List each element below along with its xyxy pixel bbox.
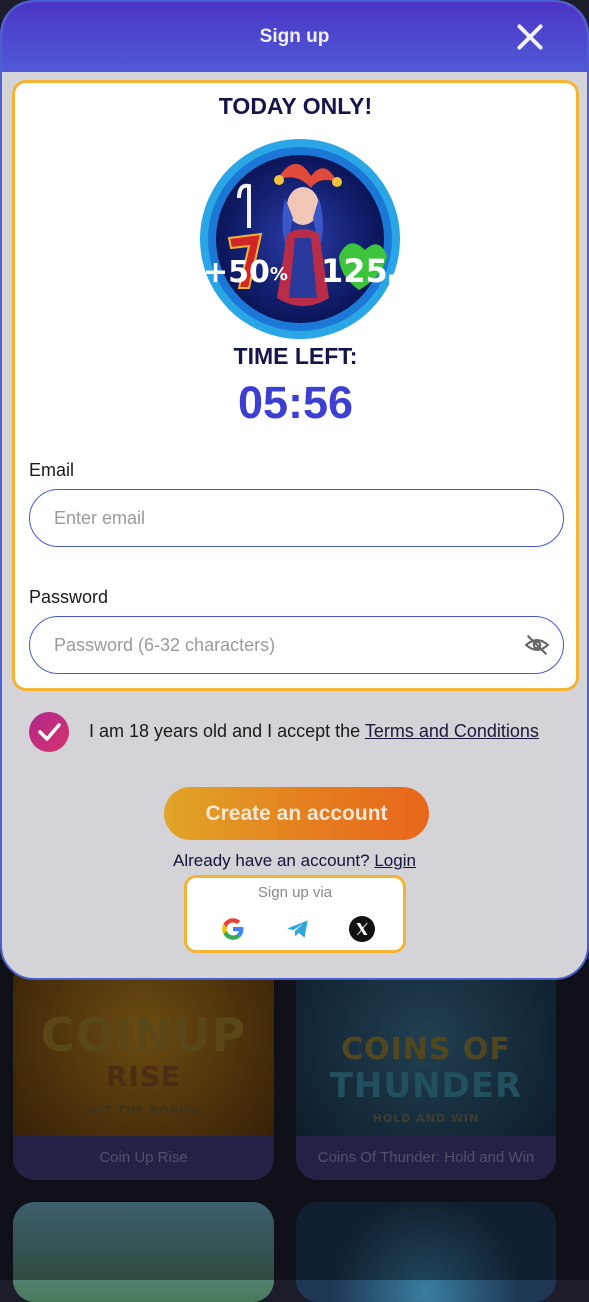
login-link[interactable]: Login: [374, 851, 416, 870]
telegram-icon[interactable]: [285, 916, 311, 942]
x-icon[interactable]: [349, 916, 375, 942]
password-label: Password: [29, 587, 109, 607]
social-signup-box: Sign up via: [184, 875, 406, 953]
email-label: Email: [29, 460, 75, 480]
time-left-label: TIME LEFT:: [233, 343, 358, 369]
google-icon[interactable]: [220, 916, 246, 942]
eye-off-icon[interactable]: [524, 632, 550, 658]
terms-checkbox[interactable]: [29, 712, 69, 752]
terms-row: I am 18 years old and I accept the Terms…: [29, 712, 569, 752]
modal-title: Sign up: [259, 26, 330, 47]
countdown-timer: 05:56: [237, 377, 354, 428]
create-account-button[interactable]: Create an account: [164, 787, 429, 840]
modal-header: Sign up: [2, 2, 587, 72]
signup-modal: Sign up TODAY ONLY! +50% 125F TIME LEFT:…: [0, 0, 589, 980]
social-signup-label: Sign up via: [257, 884, 333, 901]
backdrop-overlay[interactable]: [0, 960, 589, 1280]
terms-text: I am 18 years old and I accept the Terms…: [89, 721, 539, 742]
login-prompt: Already have an account? Login: [2, 851, 587, 871]
promo-box: TODAY ONLY! +50% 125F TIME LEFT: 05:56 E…: [12, 80, 579, 691]
email-field[interactable]: [29, 489, 564, 547]
bonus-badge: +50% 125FS: [200, 139, 401, 339]
checkmark-icon: [38, 723, 61, 741]
login-prompt-text: Already have an account?: [173, 851, 375, 870]
terms-statement: I am 18 years old and I accept the: [89, 721, 365, 741]
promo-headline: TODAY ONLY!: [218, 93, 373, 119]
password-field[interactable]: [29, 616, 564, 674]
close-icon[interactable]: [515, 22, 545, 52]
terms-link[interactable]: Terms and Conditions: [365, 721, 539, 741]
